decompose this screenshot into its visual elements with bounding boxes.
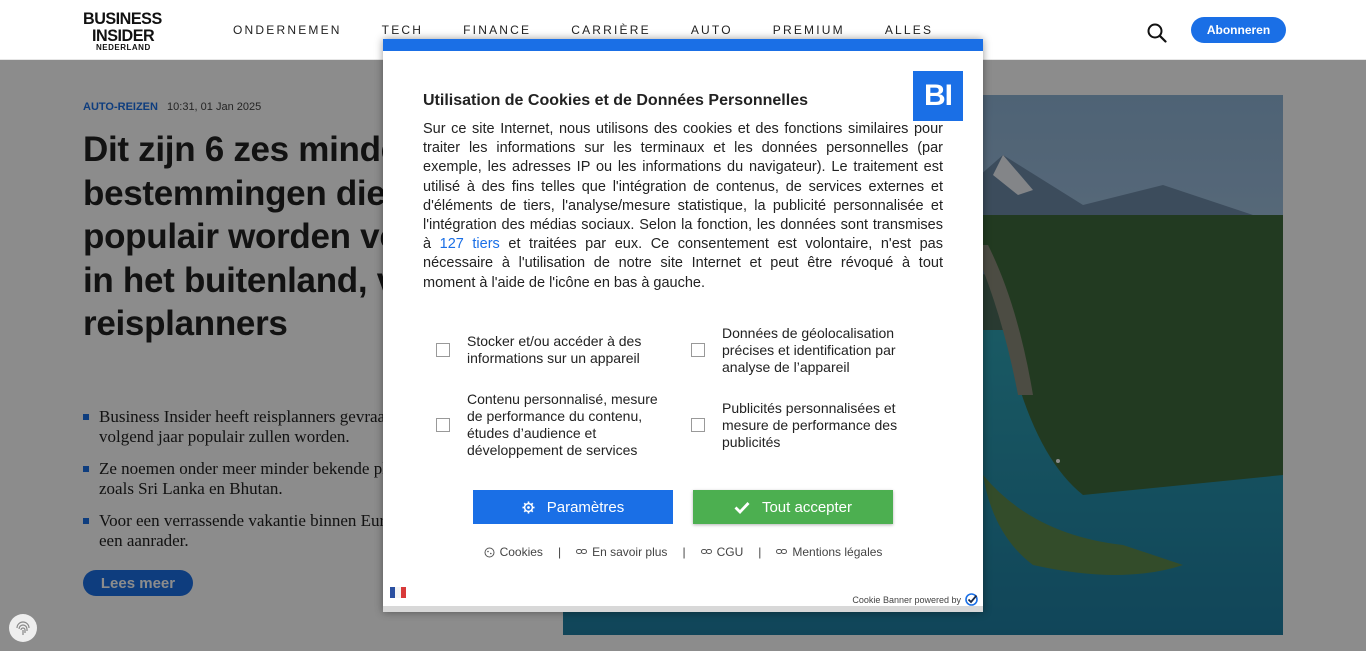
logo-line-1: BUSINESS xyxy=(83,9,162,28)
subscribe-button[interactable]: Abonneren xyxy=(1191,17,1286,43)
link-icon xyxy=(700,549,712,554)
consent-option-label: Contenu personnalisé, mesure de performa… xyxy=(467,391,658,458)
nav-tech[interactable]: TECH xyxy=(382,23,423,37)
check-icon xyxy=(734,501,750,514)
link-separator: | xyxy=(682,545,686,559)
nav-premium[interactable]: PREMIUM xyxy=(773,23,845,37)
terms-link[interactable]: CGU xyxy=(700,545,744,559)
accept-all-label: Tout accepter xyxy=(761,498,853,516)
nav-carriere[interactable]: CARRIÈRE xyxy=(571,23,651,37)
nav-alles[interactable]: ALLES xyxy=(885,23,933,37)
nav-ondernemen[interactable]: ONDERNEMEN xyxy=(233,23,342,37)
nav-auto[interactable]: AUTO xyxy=(691,23,733,37)
link-separator: | xyxy=(758,545,762,559)
consent-checkbox[interactable] xyxy=(691,343,705,357)
cookie-text-part-1: Sur ce site Internet, nous utilisons des… xyxy=(423,121,943,253)
learn-more-link-label: En savoir plus xyxy=(592,545,668,559)
consent-option-geolocation[interactable]: Données de géolocalisation précises et i… xyxy=(691,321,921,379)
legal-notice-link-label: Mentions légales xyxy=(792,545,883,559)
consent-checkbox[interactable] xyxy=(436,343,450,357)
usercentrics-logo-icon xyxy=(965,593,978,606)
consent-checkbox[interactable] xyxy=(691,418,705,432)
flag-icon[interactable] xyxy=(390,587,406,598)
consent-option-storage[interactable]: Stocker et/ou accéder à des informations… xyxy=(436,331,666,369)
accept-all-button[interactable]: Tout accepter xyxy=(693,490,893,524)
consent-checkbox[interactable] xyxy=(436,418,450,432)
link-icon xyxy=(776,549,788,554)
logo-line-3: NEDERLAND xyxy=(96,43,151,52)
consent-option-ads[interactable]: Publicités personnalisées et mesure de p… xyxy=(691,396,921,454)
main-nav: ONDERNEMEN TECH FINANCE CARRIÈRE AUTO PR… xyxy=(233,23,973,37)
cookie-dialog-text: Sur ce site Internet, nous utilisons des… xyxy=(423,120,943,293)
link-icon xyxy=(576,549,588,554)
consent-option-label: Stocker et/ou accéder à des informations… xyxy=(467,333,642,366)
cookie-footer-links: Cookies | En savoir plus | CGU | Mention… xyxy=(383,545,983,559)
consent-option-label: Publicités personnalisées et mesure de p… xyxy=(722,399,898,450)
cookies-link-label: Cookies xyxy=(499,545,543,559)
bi-logo: BI xyxy=(913,71,963,121)
modal-bottom-bar xyxy=(383,606,983,612)
cookie-consent-dialog: BI Utilisation de Cookies et de Données … xyxy=(383,39,983,612)
powered-by[interactable]: Cookie Banner powered by xyxy=(852,593,978,606)
fingerprint-icon[interactable] xyxy=(9,614,37,642)
site-logo[interactable]: BUSINESS INSIDER NEDERLAND xyxy=(83,10,175,52)
search-icon[interactable] xyxy=(1147,23,1167,43)
consent-option-content[interactable]: Contenu personnalisé, mesure de performa… xyxy=(436,383,666,467)
learn-more-link[interactable]: En savoir plus xyxy=(576,545,667,559)
settings-button-label: Paramètres xyxy=(546,498,625,516)
legal-notice-link[interactable]: Mentions légales xyxy=(776,545,882,559)
cookies-link[interactable]: Cookies xyxy=(484,545,543,559)
third-parties-link[interactable]: 127 tiers xyxy=(440,236,500,252)
logo-line-2: INSIDER xyxy=(92,26,155,45)
nav-finance[interactable]: FINANCE xyxy=(463,23,531,37)
cookie-icon xyxy=(484,547,495,557)
consent-option-label: Données de géolocalisation précises et i… xyxy=(722,324,896,375)
link-separator: | xyxy=(557,545,562,559)
cookie-text-part-2: et traitées par eux. Ce consentement est… xyxy=(423,236,943,291)
cookie-dialog-title: Utilisation de Cookies et de Données Per… xyxy=(423,92,808,109)
gear-icon xyxy=(522,500,535,514)
terms-link-label: CGU xyxy=(716,545,744,559)
powered-by-label: Cookie Banner powered by xyxy=(852,594,961,605)
settings-button[interactable]: Paramètres xyxy=(473,490,673,524)
